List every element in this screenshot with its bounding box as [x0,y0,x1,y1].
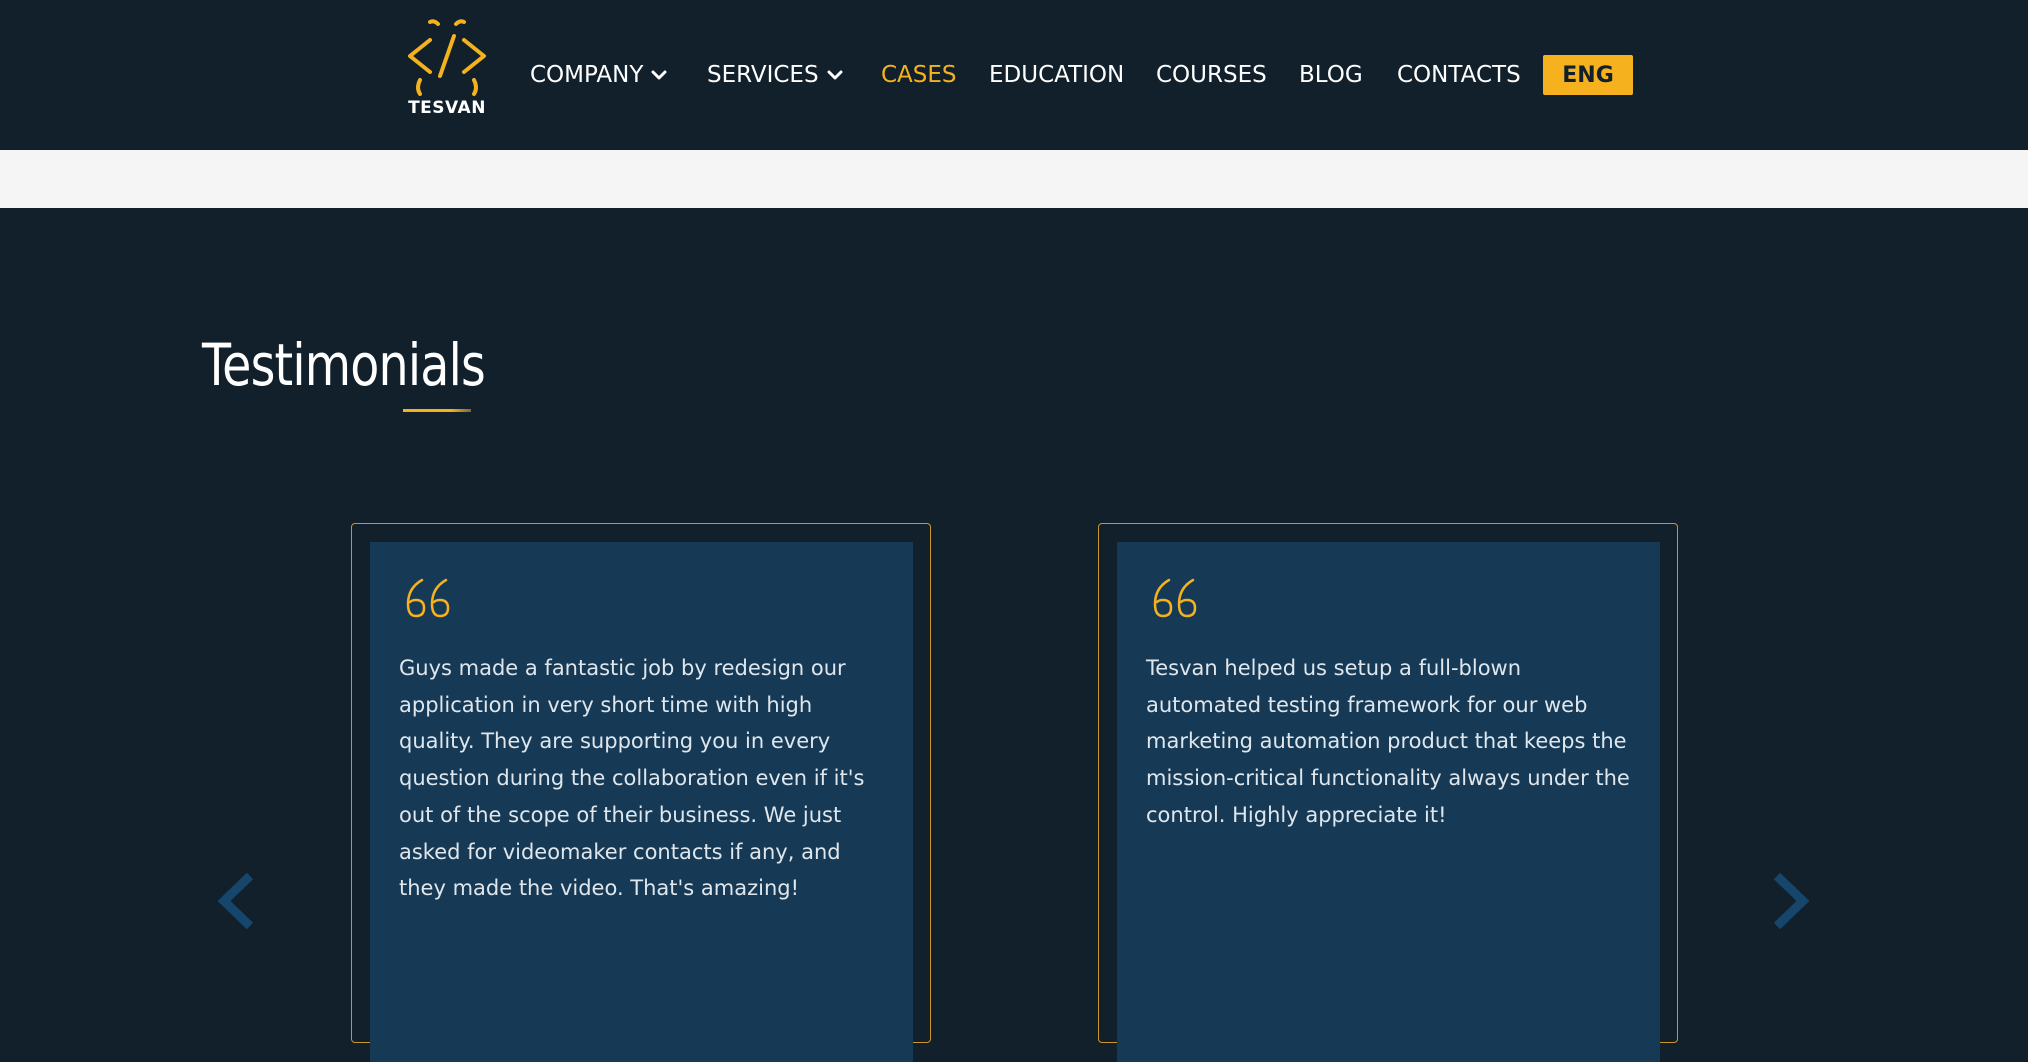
testimonial-text: Guys made a fantastic job by redesign ou… [399,656,865,901]
nav-item-courses[interactable]: COURSES [1156,52,1267,98]
quote-icon [1153,578,1197,618]
nav-item-cases[interactable]: CASES [881,52,957,98]
nav-item-contacts[interactable]: CONTACTS [1397,52,1521,98]
nav-item-education[interactable]: EDUCATION [989,52,1124,98]
nav-item-label: EDUCATION [989,62,1125,88]
nav-item-label: CASES [881,62,957,88]
language-button[interactable]: ENG [1543,55,1633,95]
testimonial-card: Tesvan helped us setup a full-blown auto… [1098,523,1678,1062]
chevron-down-icon [651,70,667,80]
nav-item-label: CONTACTS [1397,62,1521,88]
nav-item-label: BLOG [1299,62,1363,88]
nav-item-label: COMPANY [530,62,644,88]
nav-item-company[interactable]: COMPANY [530,52,667,98]
chevron-down-icon [827,70,843,80]
site-header: TESVAN COMPANY SERVICES CASES EDUCATION … [0,0,2028,150]
nav-item-label: SERVICES [707,62,819,88]
logo-bug-icon [408,19,486,96]
chevron-right-icon[interactable] [1769,870,1813,932]
testimonial-card-body: Tesvan helped us setup a full-blown auto… [1117,542,1660,1062]
title-underline [403,409,471,412]
light-strip [0,150,2028,208]
quote-icon [406,578,450,618]
nav-item-label: COURSES [1156,62,1267,88]
chevron-left-icon[interactable] [214,870,258,932]
logo-text: TESVAN [408,98,486,118]
testimonial-text: Tesvan helped us setup a full-blown auto… [1146,656,1630,827]
testimonial-card: Guys made a fantastic job by redesign ou… [351,523,931,1062]
logo[interactable]: TESVAN [400,18,494,122]
section-title: Testimonials [202,331,486,399]
testimonial-card-body: Guys made a fantastic job by redesign ou… [370,542,913,1062]
nav-item-services[interactable]: SERVICES [707,52,843,98]
nav-item-blog[interactable]: BLOG [1299,52,1363,98]
